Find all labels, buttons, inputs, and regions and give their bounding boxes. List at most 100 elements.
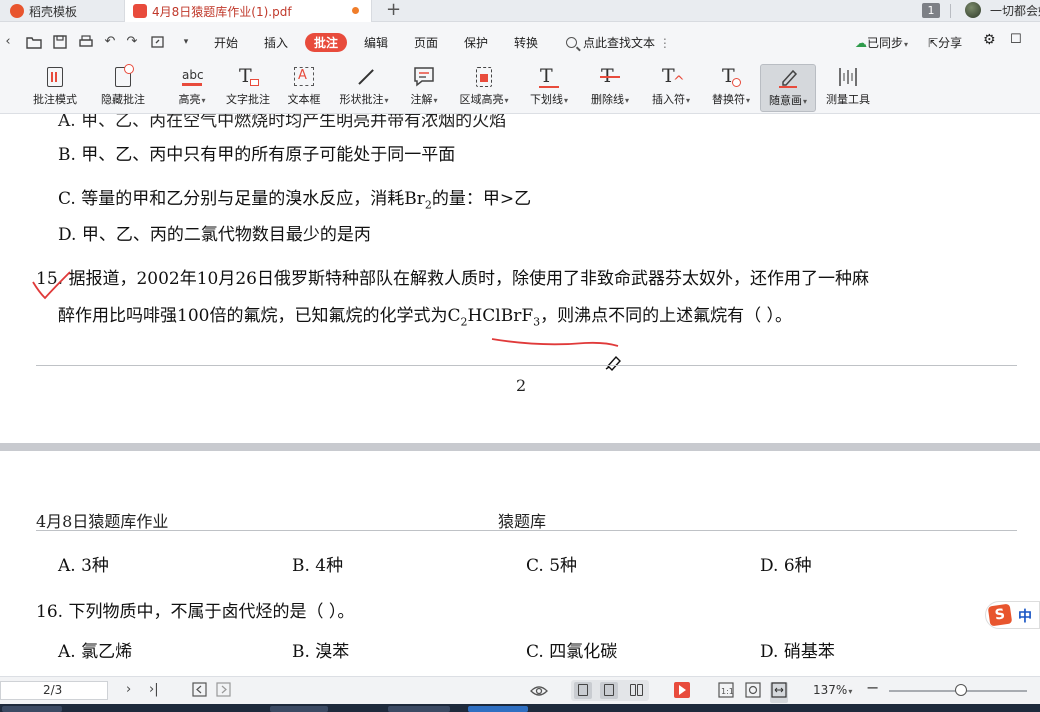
page-header-source: 猿题库	[498, 512, 547, 531]
textbox-button[interactable]: A 文本框	[284, 64, 324, 112]
last-page-icon[interactable]: ›|	[149, 682, 159, 698]
open-folder-icon[interactable]	[26, 34, 42, 50]
q15-option-a: A. 3种	[58, 556, 109, 576]
page-gap	[0, 443, 1040, 451]
freehand-draw-icon	[776, 67, 800, 89]
annotation-mode-button[interactable]: 批注模式	[28, 64, 82, 112]
pdf-file-icon	[133, 4, 147, 18]
window-count-badge[interactable]: 1	[922, 3, 940, 18]
ime-toolbar[interactable]: S 中	[985, 601, 1040, 629]
eye-protection-icon[interactable]	[530, 682, 548, 703]
menu-protect[interactable]: 保护	[464, 34, 488, 51]
two-page-icon	[630, 684, 636, 696]
checkmark-ink	[32, 271, 71, 300]
area-highlight-icon	[472, 66, 496, 88]
annotation-mode-icon	[43, 66, 67, 88]
settings-gear-icon[interactable]: ⚙	[983, 32, 996, 48]
note-button[interactable]: 注解▾	[404, 64, 444, 112]
menu-insert[interactable]: 插入	[264, 34, 288, 51]
ribbon-label: 删除线	[590, 93, 624, 106]
q15-option-b: B. 4种	[292, 556, 344, 576]
q15-option-d: D. 6种	[760, 556, 812, 576]
sync-status[interactable]: ☁已同步▾	[855, 34, 908, 51]
underline-button[interactable]: T 下划线▾	[524, 64, 574, 112]
zoom-out-icon[interactable]: −	[866, 680, 879, 696]
pen-cursor-icon	[605, 355, 621, 372]
replace-icon: T	[719, 66, 743, 88]
text-annotation-icon: T	[236, 66, 260, 88]
tab-bar: 稻壳模板 4月8日猿题库作业(1).pdf + 1 一切都会好	[0, 0, 1040, 22]
fit-page-icon[interactable]	[745, 682, 761, 703]
feedback-icon[interactable]: ☐	[1010, 32, 1022, 47]
previous-view-icon[interactable]	[192, 682, 207, 702]
footer-rule	[36, 365, 1017, 366]
chevron-left-icon[interactable]: ‹	[0, 34, 16, 50]
underline-icon: T	[537, 66, 561, 88]
next-page-icon[interactable]: ›	[126, 682, 131, 698]
measure-tool-button[interactable]: 测量工具	[822, 64, 874, 112]
single-page-icon	[604, 684, 614, 696]
avatar[interactable]	[965, 2, 981, 18]
user-name[interactable]: 一切都会好	[990, 2, 1040, 19]
unsaved-dot-icon	[352, 7, 359, 14]
menu-home[interactable]: 开始	[214, 34, 238, 51]
ribbon-label: 下划线	[529, 93, 563, 106]
menu-annotate[interactable]: 批注	[305, 33, 348, 52]
menu-page[interactable]: 页面	[414, 34, 438, 51]
next-view-icon[interactable]	[216, 682, 231, 702]
zoom-level-dropdown[interactable]: 137%▾	[813, 683, 852, 697]
fit-width-icon[interactable]	[770, 682, 788, 703]
share-button[interactable]: ⇱分享	[928, 34, 962, 51]
q16-stem: 16. 下列物质中，不属于卤代烃的是（ ）。	[36, 602, 355, 622]
print-icon[interactable]	[78, 34, 94, 50]
zoom-slider-knob[interactable]	[954, 684, 967, 696]
tab-label: 4月8日猿题库作业(1).pdf	[152, 4, 292, 19]
continuous-page-icon	[578, 684, 588, 696]
play-slideshow-icon[interactable]	[674, 682, 690, 698]
q16-option-d: D. 硝基苯	[760, 642, 835, 662]
new-tab-button[interactable]: +	[386, 0, 401, 22]
page-indicator-input[interactable]: 2/3	[0, 681, 108, 700]
docer-logo-icon	[10, 4, 24, 18]
wps-pdf-window: 稻壳模板 4月8日猿题库作业(1).pdf + 1 一切都会好 ‹ ↶ ↷ ▾ …	[0, 0, 1040, 712]
replace-button[interactable]: T 替换符▾	[704, 64, 758, 112]
shape-annotation-button[interactable]: 形状批注▾	[334, 64, 394, 112]
divider	[950, 4, 951, 18]
freehand-draw-button[interactable]: 随意画▾	[760, 64, 816, 112]
chevron-down-icon[interactable]: ▾	[178, 34, 194, 50]
two-page-view-button[interactable]	[626, 682, 644, 699]
redo-icon[interactable]: ↷	[124, 34, 140, 50]
continuous-view-button[interactable]	[574, 682, 592, 699]
insert-caret-icon: T ^	[662, 65, 685, 90]
area-highlight-button[interactable]: 区域高亮▾	[454, 64, 514, 112]
sync-label: 已同步	[867, 36, 904, 50]
svg-text:1:1: 1:1	[721, 687, 734, 696]
highlight-button[interactable]: abc 高亮▾	[172, 64, 212, 112]
actual-size-icon[interactable]: 1:1	[718, 682, 734, 703]
single-page-view-button[interactable]	[600, 682, 618, 699]
pdf-document-view[interactable]: A. 甲、乙、丙在空气中燃烧时均产生明亮并带有浓烟的火焰 B. 甲、乙、丙中只有…	[0, 114, 1040, 676]
text-annotation-button[interactable]: T 文字批注	[222, 64, 274, 112]
ribbon-label: 注解	[410, 93, 433, 106]
shape-annotation-icon	[352, 66, 376, 88]
zoom-slider[interactable]	[889, 684, 1027, 696]
underline-ink	[491, 338, 619, 347]
menu-edit[interactable]: 编辑	[364, 34, 388, 51]
ribbon-label: 隐藏批注	[101, 93, 145, 106]
tab-label: 稻壳模板	[29, 4, 78, 19]
insert-caret-button[interactable]: T ^ 插入符▾	[644, 64, 698, 112]
search-box[interactable]: 点此查找文本 ⋮	[566, 34, 671, 51]
undo-icon[interactable]: ↶	[102, 34, 118, 50]
save-icon[interactable]	[52, 34, 68, 50]
menu-convert[interactable]: 转换	[514, 34, 538, 51]
export-icon[interactable]	[150, 34, 166, 50]
sogou-ime-icon: S	[987, 603, 1013, 627]
hide-annotation-button[interactable]: 隐藏批注	[96, 64, 150, 112]
strikethrough-button[interactable]: T 删除线▾	[584, 64, 636, 112]
search-icon	[566, 37, 577, 48]
tab-docer-templates[interactable]: 稻壳模板	[10, 0, 122, 22]
tab-pdf-document[interactable]: 4月8日猿题库作业(1).pdf	[124, 0, 372, 22]
page-header-title: 4月8日猿题库作业	[36, 512, 169, 531]
ribbon-label: 文字批注	[226, 93, 270, 106]
page-number: 2	[516, 376, 527, 395]
